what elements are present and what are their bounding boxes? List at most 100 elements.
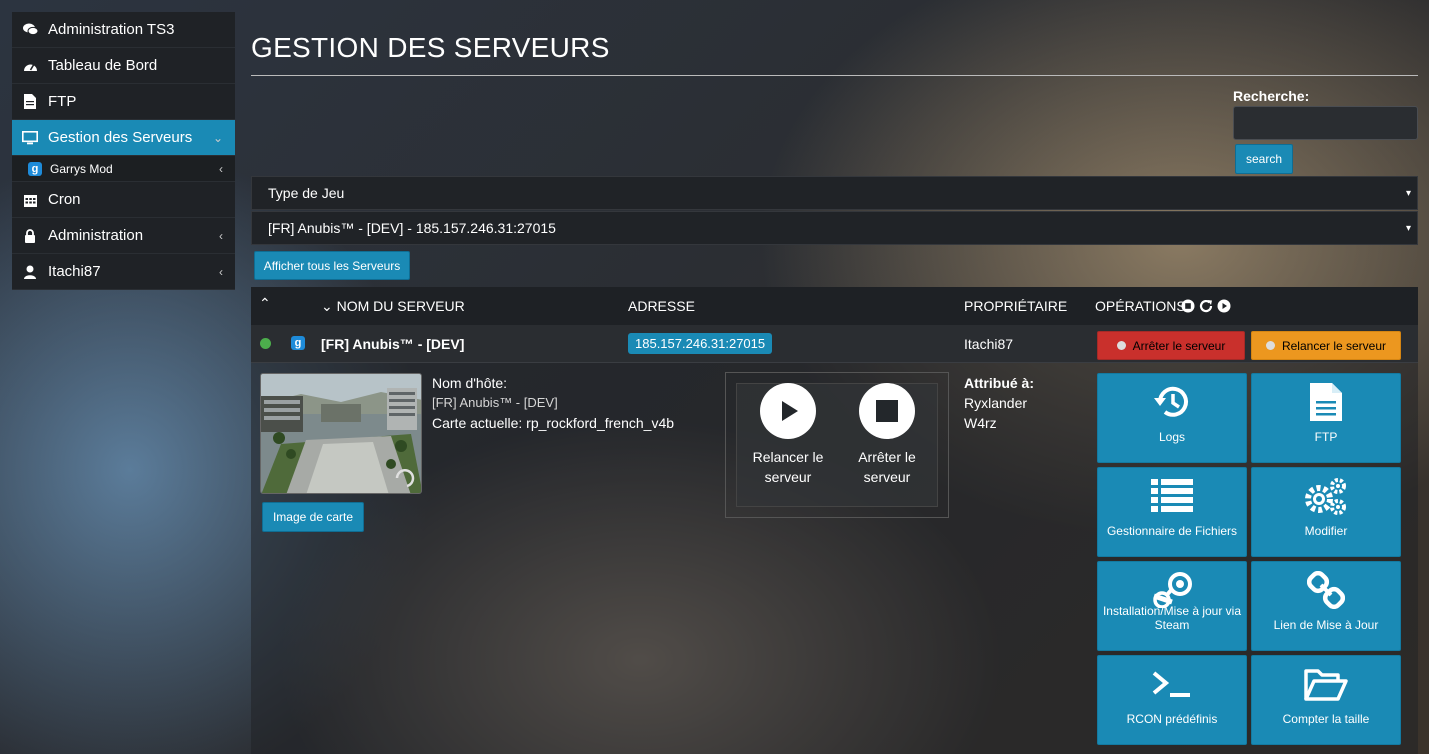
op-label: RCON prédéfinis	[1126, 712, 1218, 726]
calendar-icon	[22, 192, 38, 208]
map-image-button[interactable]: Image de carte	[262, 502, 364, 532]
stop-control[interactable]: Arrêter le serveur	[842, 383, 932, 487]
steam-icon	[1150, 570, 1194, 610]
server-details: Image de carte Nom d'hôte: [FR] Anubis™ …	[251, 363, 1418, 754]
stop-icon	[859, 383, 915, 439]
stop-control-label-1: Arrêter le	[858, 449, 916, 465]
search-label: Recherche:	[1233, 88, 1310, 104]
user-icon	[22, 264, 38, 280]
restart-control[interactable]: Relancer le serveur	[743, 383, 833, 487]
op-label: Logs	[1158, 430, 1186, 444]
sidebar-item-label: Tableau de Bord	[48, 57, 158, 74]
game-type-value: Type de Jeu	[268, 185, 345, 201]
restart-server-button[interactable]: Relancer le serveur	[1251, 331, 1401, 360]
link-icon	[1304, 570, 1348, 610]
sidebar-item-cron[interactable]: Cron	[12, 182, 235, 218]
sidebar-item-itachi87[interactable]: Itachi87 ‹	[12, 254, 235, 290]
start-all-icon[interactable]	[1217, 299, 1231, 316]
op-label: FTP	[1314, 430, 1338, 444]
server-select-value: [FR] Anubis™ - [DEV] - 185.157.246.31:27…	[268, 220, 556, 236]
sidebar-item-label: FTP	[48, 93, 77, 110]
g-icon: g	[28, 161, 42, 176]
assigned-label: Attribué à:	[964, 375, 1034, 391]
main-content: GESTION DES SERVEURS Recherche: search T…	[251, 0, 1418, 754]
modify-button[interactable]: Modifier	[1251, 467, 1401, 557]
gears-icon	[1304, 476, 1348, 516]
file-icon	[22, 94, 38, 110]
file-text-icon	[1304, 382, 1348, 422]
dashboard-icon	[22, 58, 38, 74]
lock-icon	[22, 228, 38, 244]
logs-button[interactable]: Logs	[1097, 373, 1247, 463]
list-icon	[1150, 476, 1194, 516]
restart-control-label-1: Relancer le	[752, 449, 824, 465]
show-all-servers-button[interactable]: Afficher tous les Serveurs	[254, 251, 410, 280]
sidebar-item-label: Itachi87	[48, 263, 101, 280]
server-address-badge: 185.157.246.31:27015	[628, 333, 773, 354]
op-label: Gestionnaire de Fichiers	[1106, 524, 1238, 538]
status-online-dot	[260, 338, 271, 349]
stop-server-label: Arrêter le serveur	[1132, 338, 1226, 353]
steam-install-button[interactable]: Installation/Mise à jour via Steam	[1097, 561, 1247, 651]
ftp-button[interactable]: FTP	[1251, 373, 1401, 463]
terminal-icon	[1150, 664, 1194, 704]
map-preview-image	[260, 373, 422, 494]
title-divider	[251, 75, 1418, 76]
page-title: GESTION DES SERVEURS	[251, 32, 610, 63]
column-address: ADRESSE	[628, 298, 695, 314]
op-label: Compter la taille	[1282, 712, 1370, 726]
monitor-icon	[22, 130, 38, 146]
stop-dot-icon	[1116, 341, 1126, 350]
chevron-left-icon: ‹	[219, 264, 223, 279]
server-select[interactable]: [FR] Anubis™ - [DEV] - 185.157.246.31:27…	[251, 211, 1418, 245]
history-icon	[1150, 382, 1194, 422]
sidebar: Administration TS3 Tableau de Bord FTP G…	[12, 12, 235, 290]
sidebar-item-label: Administration	[48, 227, 144, 244]
chevron-down-icon: ⌄	[212, 130, 223, 145]
compute-size-button[interactable]: Compter la taille	[1251, 655, 1401, 745]
game-type-select[interactable]: Type de Jeu ▾	[251, 176, 1418, 210]
g-icon: g	[291, 336, 305, 350]
sidebar-item-administration-ts3[interactable]: Administration TS3	[12, 12, 235, 48]
update-link-button[interactable]: Lien de Mise à Jour	[1251, 561, 1401, 651]
caret-down-icon: ▾	[1405, 222, 1411, 234]
sidebar-item-gestion-des-serveurs[interactable]: Gestion des Serveurs ⌄	[12, 120, 235, 156]
column-operations: OPÉRATIONS	[1095, 298, 1186, 314]
sidebar-item-label: Garrys Mod	[50, 161, 113, 176]
comments-icon	[22, 22, 38, 38]
stop-server-button[interactable]: Arrêter le serveur	[1097, 331, 1245, 360]
hostname-label: Nom d'hôte:	[432, 375, 508, 391]
op-label: Modifier	[1304, 524, 1348, 538]
restart-dot-icon	[1265, 341, 1275, 350]
sidebar-item-tableau-de-bord[interactable]: Tableau de Bord	[12, 48, 235, 84]
op-label: Lien de Mise à Jour	[1273, 618, 1379, 632]
server-controls: Relancer le serveur Arrêter le serveur	[725, 372, 949, 518]
folder-open-icon	[1304, 664, 1348, 704]
chevron-left-icon: ‹	[219, 161, 223, 176]
stop-all-icon[interactable]	[1181, 299, 1195, 316]
search-button[interactable]: search	[1235, 144, 1293, 174]
play-icon	[760, 383, 816, 439]
sidebar-item-label: Administration TS3	[48, 21, 175, 38]
assigned-user: Ryxlander	[964, 395, 1028, 411]
sidebar-item-ftp[interactable]: FTP	[12, 84, 235, 120]
restart-server-label: Relancer le serveur	[1281, 338, 1387, 353]
server-info: Nom d'hôte: [FR] Anubis™ - [DEV] Carte a…	[432, 373, 674, 433]
file-manager-button[interactable]: Gestionnaire de Fichiers	[1097, 467, 1247, 557]
server-owner: Itachi87	[964, 336, 1014, 352]
sidebar-item-label: Cron	[48, 191, 81, 208]
servers-table: ⌃ ⌄ NOM DU SERVEUR ADRESSE PROPRIÉTAIRE …	[251, 287, 1418, 754]
sidebar-item-administration[interactable]: Administration ‹	[12, 218, 235, 254]
table-header: ⌃ ⌄ NOM DU SERVEUR ADRESSE PROPRIÉTAIRE …	[251, 287, 1418, 325]
column-server-name[interactable]: ⌄ NOM DU SERVEUR	[321, 298, 465, 315]
refresh-all-icon[interactable]	[1199, 299, 1213, 316]
rcon-button[interactable]: RCON prédéfinis	[1097, 655, 1247, 745]
stop-control-label-2: serveur	[863, 469, 911, 485]
collapse-all-icon[interactable]: ⌃	[259, 295, 271, 312]
sidebar-item-garrys-mod[interactable]: g Garrys Mod ‹	[12, 156, 235, 182]
search-input[interactable]	[1233, 106, 1418, 140]
chevron-left-icon: ‹	[219, 228, 223, 243]
caret-down-icon: ▾	[1405, 187, 1411, 199]
table-row[interactable]: g [FR] Anubis™ - [DEV] 185.157.246.31:27…	[251, 325, 1418, 363]
assigned-user: W4rz	[964, 415, 997, 431]
